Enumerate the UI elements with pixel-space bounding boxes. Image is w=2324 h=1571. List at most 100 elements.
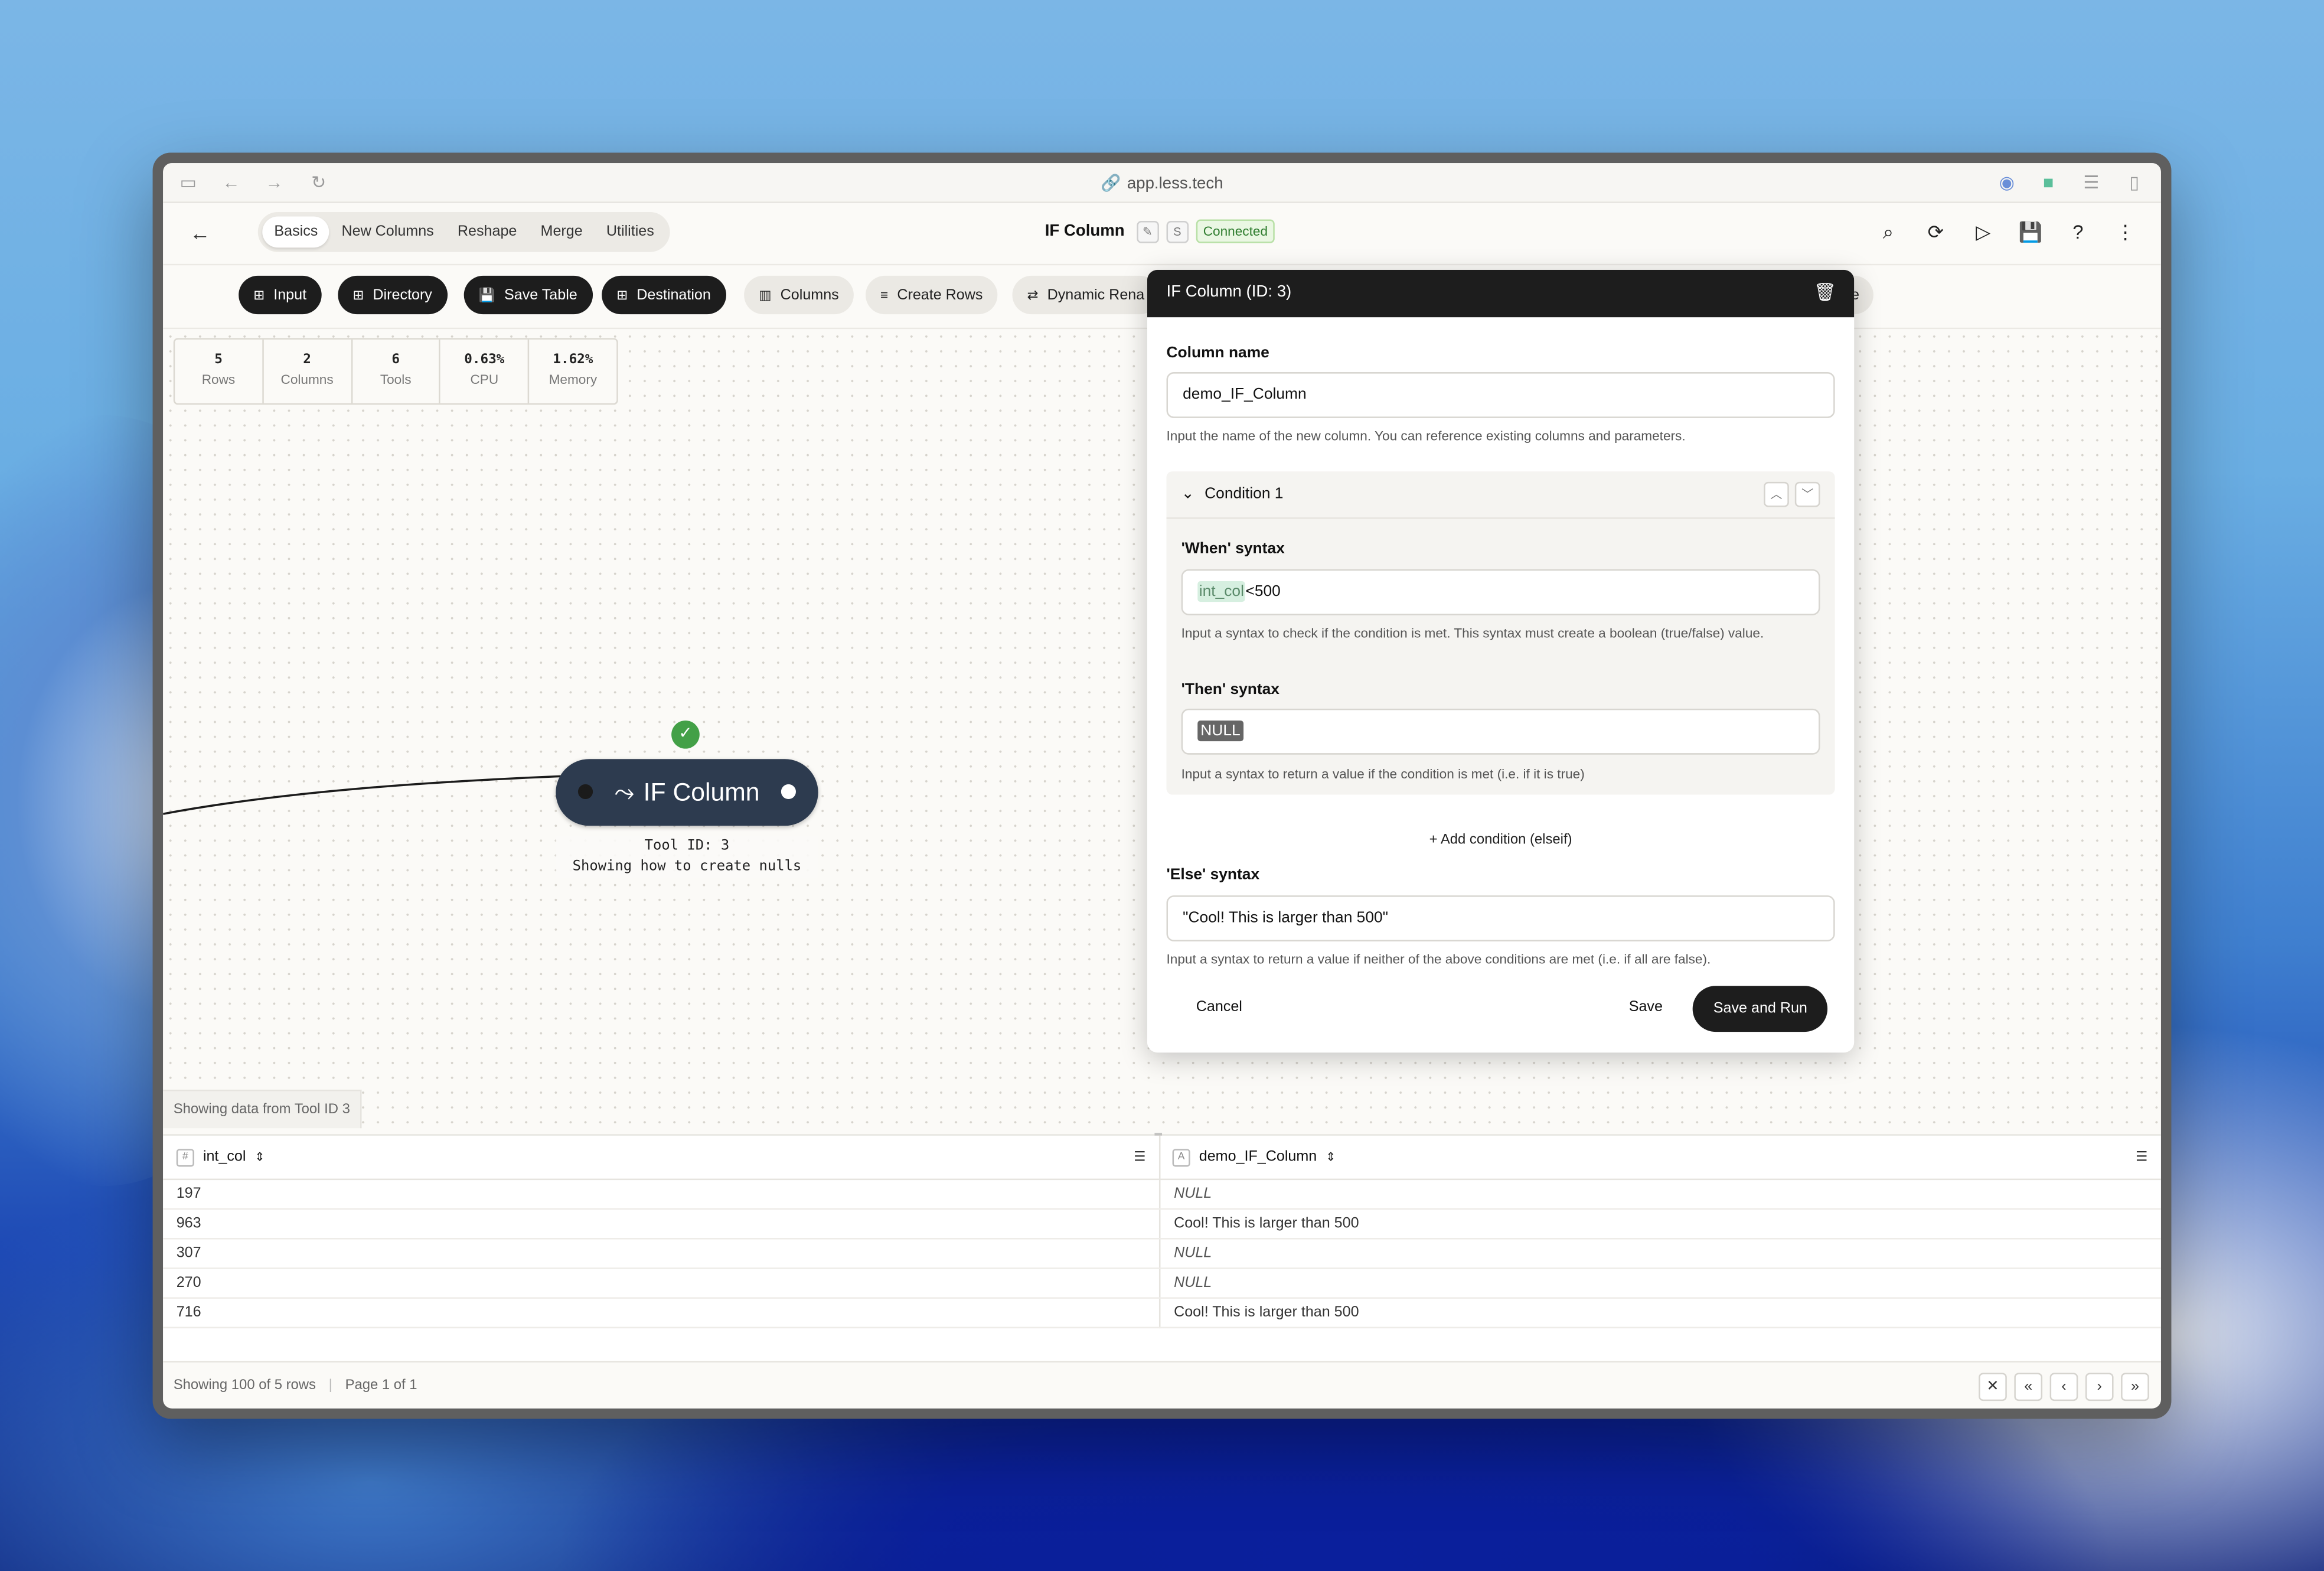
then-syntax-label: 'Then' syntax (1181, 680, 1279, 699)
first-page-icon[interactable]: « (2014, 1373, 2043, 1401)
cell-int-col: 963 (176, 1215, 201, 1232)
cell-demo-if-column: NULL (1174, 1186, 1212, 1202)
sort-icon[interactable]: ⇕ (1326, 1150, 1336, 1164)
tool-create-rows-button[interactable]: ≡ Create Rows (865, 275, 998, 315)
condition-panel: ⌄ Condition 1 ︿ ﹀ 'When' syntax int_col <… (1166, 471, 1835, 795)
input-anchor[interactable] (577, 784, 593, 799)
dynamic-rename-icon: ⇄ (1027, 286, 1039, 302)
column-header-label: demo_IF_Column (1199, 1149, 1317, 1166)
cell-demo-if-column: NULL (1174, 1275, 1212, 1292)
footer-separator: | (328, 1377, 332, 1394)
node-description: Showing how to create nulls (572, 858, 802, 875)
save-table-icon: 💾 (478, 286, 495, 302)
refresh-icon[interactable]: ⟳ (1924, 221, 1947, 245)
node-tool-id: Tool ID: 3 (644, 837, 730, 854)
last-page-icon[interactable]: » (2121, 1373, 2149, 1401)
back-arrow-icon[interactable]: ← (190, 221, 210, 245)
edit-document-icon[interactable]: ✎ (1136, 220, 1159, 243)
close-icon[interactable]: ✕ (1979, 1373, 2007, 1401)
more-options-icon[interactable]: ⋮ (2114, 221, 2137, 245)
filter-icon[interactable]: ☰ (2136, 1149, 2147, 1165)
tool-label: Create Rows (897, 286, 983, 304)
tool-directory-button[interactable]: ⊞ Directory (338, 275, 447, 315)
condition-reorder: ︿ ﹀ (1764, 481, 1820, 507)
save-button[interactable]: Save (1629, 999, 1663, 1016)
sort-icon[interactable]: ⇕ (255, 1150, 265, 1164)
password-extension-icon[interactable]: ◉ (1996, 172, 2017, 193)
cell-int-col: 716 (176, 1304, 201, 1321)
showing-data-label: Showing data from Tool ID 3 (163, 1089, 362, 1129)
tool-dynamic-rename-button[interactable]: ⇄ Dynamic Rena (1012, 275, 1160, 315)
tool-label: Dynamic Rena (1047, 286, 1145, 304)
numeric-type-icon: # (176, 1148, 194, 1166)
tool-label: Columns (780, 286, 839, 304)
tool-label: Destination (637, 286, 711, 304)
tab-reshape[interactable]: Reshape (446, 216, 529, 247)
workflow-title-area: IF Column ✎ S Connected (1045, 219, 1275, 243)
table-row[interactable]: 963 Cool! This is larger than 500 (163, 1210, 2161, 1240)
else-syntax-input[interactable]: "Cool! This is larger than 500" (1166, 895, 1835, 941)
move-up-icon[interactable]: ︿ (1764, 481, 1789, 507)
save-and-run-button[interactable]: Save and Run (1692, 986, 1829, 1032)
add-condition-button[interactable]: + Add condition (elseif) (1167, 832, 1835, 848)
output-anchor[interactable] (781, 784, 796, 799)
else-syntax-label: 'Else' syntax (1166, 865, 1260, 884)
page-info: Page 1 of 1 (345, 1377, 417, 1394)
pagination: ✕ « ‹ › » (1979, 1373, 2149, 1401)
browser-chrome: ▭ ← → ↻ 🔗 app.less.tech ◉ ■ ☰ ▯ (163, 163, 2161, 203)
next-page-icon[interactable]: › (2085, 1373, 2114, 1401)
trash-icon[interactable]: 🗑 (1814, 282, 1836, 302)
connection-status-badge: Connected (1196, 219, 1275, 243)
table-row[interactable]: 197 NULL (163, 1180, 2161, 1210)
reader-icon[interactable]: ☰ (2081, 172, 2101, 193)
then-syntax-help: Input a syntax to return a value if the … (1181, 766, 1585, 781)
search-icon[interactable]: ⌕ (1876, 221, 1900, 245)
previous-page-icon[interactable]: ‹ (2049, 1373, 2078, 1401)
rows-info: Showing 100 of 5 rows (173, 1377, 316, 1394)
help-icon[interactable]: ? (2066, 221, 2090, 245)
table-row[interactable]: 270 NULL (163, 1269, 2161, 1299)
filter-icon[interactable]: ☰ (1134, 1149, 1145, 1165)
if-branch-icon: ⤳ (614, 777, 635, 806)
if-column-node[interactable]: ⤳ IF Column (556, 759, 818, 826)
tab-basics[interactable]: Basics (262, 216, 330, 248)
header-actions: ⌕ ⟳ ▷ 💾 ? ⋮ (1876, 221, 2137, 245)
cell-int-col: 197 (176, 1186, 201, 1202)
when-syntax-label: 'When' syntax (1181, 539, 1285, 558)
tab-merge[interactable]: Merge (528, 216, 594, 247)
tool-input-button[interactable]: ⊞ Input (239, 275, 322, 315)
column-header-demo-if-column[interactable]: A demo_IF_Column ⇕ ☰ (1158, 1136, 2161, 1181)
tool-columns-button[interactable]: ▥ Columns (744, 275, 854, 315)
tabs-overview-icon[interactable]: ▯ (2124, 172, 2145, 193)
tool-destination-button[interactable]: ⊞ Destination (602, 275, 726, 315)
add-condition-label: Add condition (elseif) (1440, 832, 1572, 848)
connection-wire (163, 774, 583, 815)
tab-utilities[interactable]: Utilities (595, 216, 666, 247)
column-header-int-col[interactable]: # int_col ⇕ ☰ (163, 1136, 1159, 1181)
address-bar[interactable]: 🔗 app.less.tech (163, 174, 2161, 193)
extension-icon[interactable]: ■ (2038, 172, 2059, 193)
directory-icon: ⊞ (352, 286, 364, 302)
when-syntax-input[interactable]: int_col <500 (1181, 569, 1820, 615)
cancel-button[interactable]: Cancel (1196, 999, 1242, 1016)
success-check-icon: ✓ (671, 720, 700, 749)
column-name-input[interactable]: demo_IF_Column (1166, 372, 1835, 418)
table-row[interactable]: 716 Cool! This is larger than 500 (163, 1299, 2161, 1329)
save-icon[interactable]: 💾 (2019, 221, 2043, 245)
column-name-label: Column name (1166, 344, 1269, 362)
cell-demo-if-column: Cool! This is larger than 500 (1174, 1215, 1359, 1232)
cell-int-col: 270 (176, 1275, 201, 1292)
if-column-config-dialog: IF Column (ID: 3) 🗑 Column name demo_IF_… (1147, 269, 1855, 1053)
move-down-icon[interactable]: ﹀ (1794, 481, 1820, 507)
data-preview-table: ═ # int_col ⇕ ☰ A demo_IF_Column ⇕ ☰ 197… (163, 1130, 2161, 1361)
s-badge[interactable]: S (1166, 220, 1189, 243)
chevron-down-icon[interactable]: ⌄ (1181, 485, 1194, 503)
then-syntax-input[interactable]: NULL (1181, 708, 1820, 755)
input-icon: ⊞ (253, 286, 265, 302)
condition-header[interactable]: ⌄ Condition 1 ︿ ﹀ (1166, 471, 1835, 519)
table-row[interactable]: 307 NULL (163, 1240, 2161, 1269)
tool-save-table-button[interactable]: 💾 Save Table (464, 275, 592, 315)
run-workflow-icon[interactable]: ▷ (1972, 221, 1995, 245)
node-caption: Tool ID: 3 Showing how to create nulls (556, 836, 818, 878)
tab-new-columns[interactable]: New Columns (329, 216, 445, 247)
